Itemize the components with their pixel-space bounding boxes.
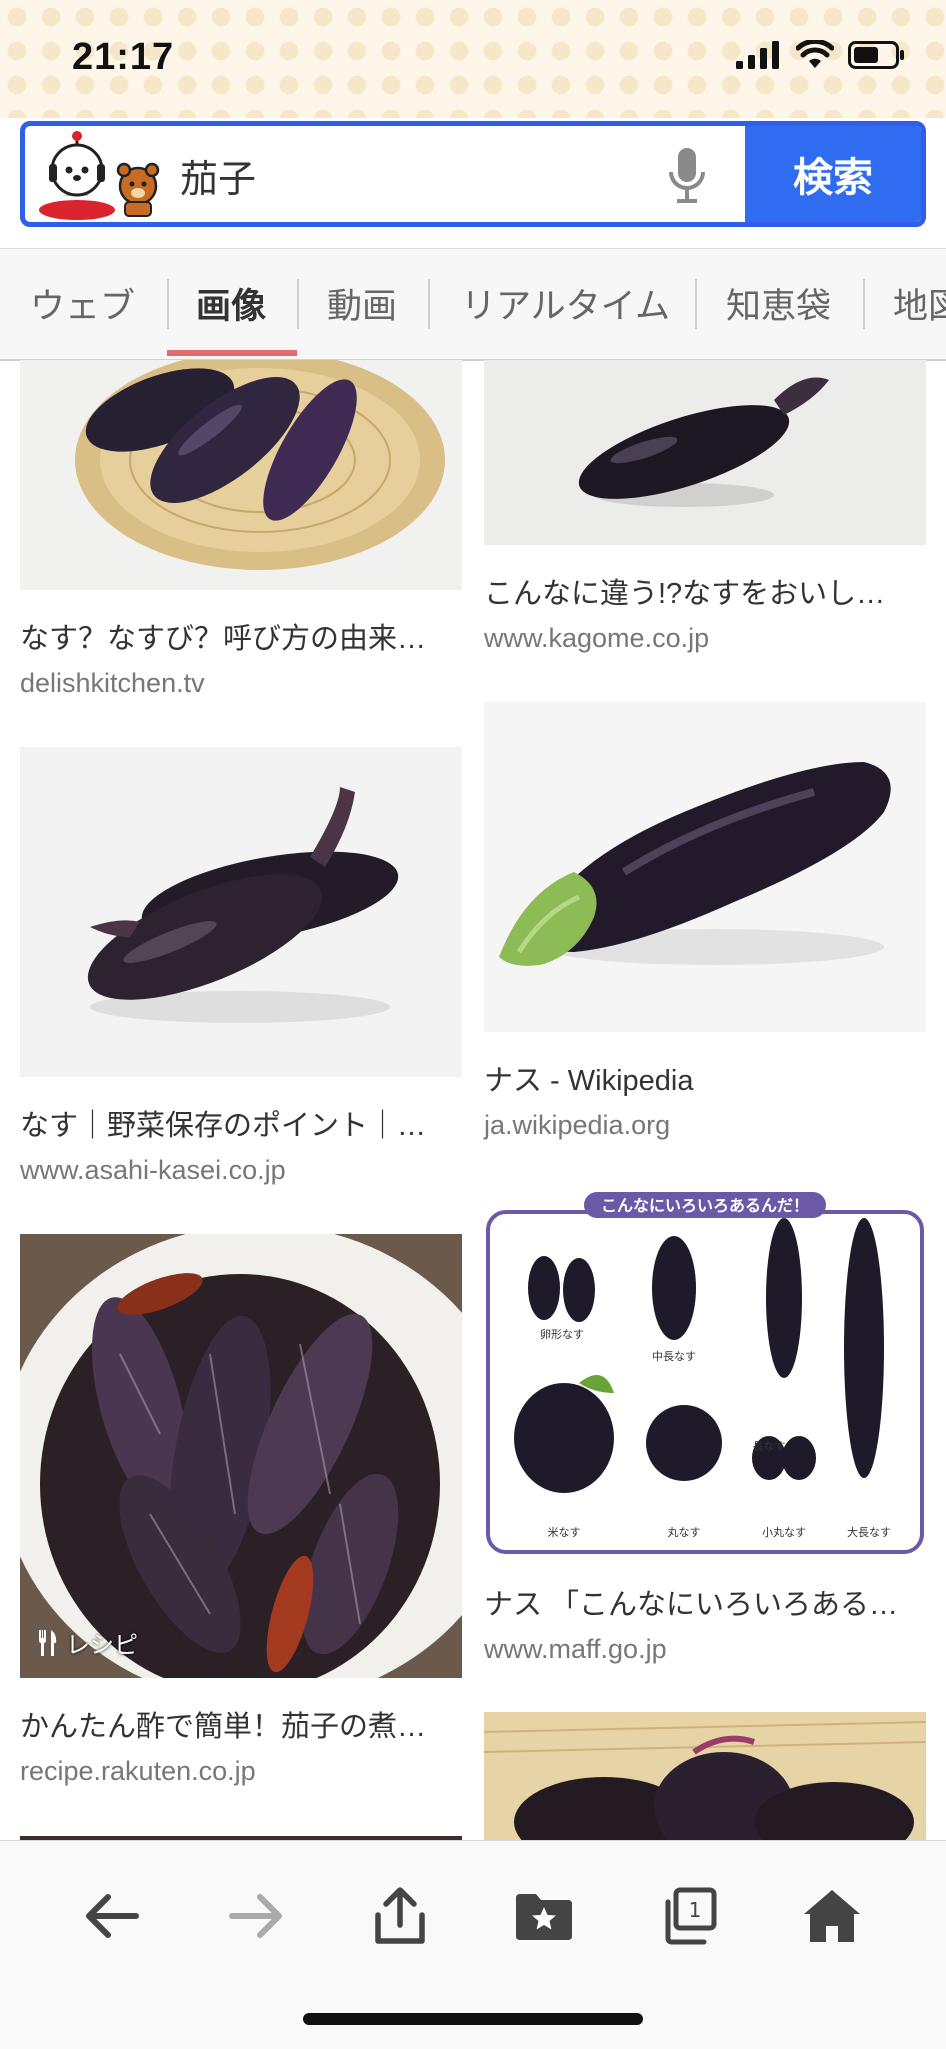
result-caption[interactable]: かんたん酢で簡単！茄子の煮… bbox=[20, 1703, 462, 1745]
variety-label: 丸なす bbox=[668, 1526, 701, 1539]
mascot-logo-icon bbox=[39, 131, 160, 220]
tab-images[interactable]: 画像 bbox=[196, 249, 266, 357]
chart-heading: こんなにいろいろあるんだ！ bbox=[601, 1196, 809, 1215]
variety-label: 大長なす bbox=[847, 1525, 891, 1539]
result-caption[interactable]: ナス - Wikipedia bbox=[484, 1057, 926, 1099]
home-button[interactable] bbox=[792, 1876, 872, 1956]
search-bar: 茄子 検索 bbox=[20, 121, 926, 227]
back-button[interactable] bbox=[72, 1876, 152, 1956]
share-icon bbox=[375, 1887, 425, 1944]
result-thumbnail-partial[interactable] bbox=[484, 1712, 926, 1840]
result-caption[interactable]: なす？なすび？呼び方の由来… bbox=[20, 615, 462, 657]
result-thumbnail[interactable] bbox=[484, 702, 926, 1032]
result-domain: www.kagome.co.jp bbox=[484, 623, 710, 653]
result-thumbnail[interactable] bbox=[484, 360, 926, 545]
microphone-icon[interactable] bbox=[665, 144, 709, 208]
result-caption[interactable]: こんなに違う!?なすをおいし… bbox=[484, 570, 926, 612]
wifi-icon bbox=[796, 40, 834, 68]
result-thumbnail[interactable]: こんなにいろいろあるんだ！ 卵形なす 中長なす 長なす 米なす 丸なす 小丸なす… bbox=[484, 1188, 926, 1556]
home-indicator bbox=[303, 2013, 643, 2025]
tab-divider bbox=[167, 279, 169, 329]
recipe-badge: レシピ bbox=[36, 1625, 138, 1660]
tabs-button[interactable]: 1 bbox=[650, 1876, 730, 1956]
result-domain: www.asahi-kasei.co.jp bbox=[20, 1155, 286, 1185]
cellular-signal-icon bbox=[736, 41, 779, 69]
variety-label: 長なす bbox=[753, 1440, 786, 1453]
variety-label: 卵形なす bbox=[540, 1328, 584, 1341]
result-domain: recipe.rakuten.co.jp bbox=[20, 1756, 256, 1786]
bookmark-folder-star-icon bbox=[516, 1894, 572, 1940]
tab-map[interactable]: 地図 bbox=[893, 249, 946, 357]
search-button[interactable]: 検索 bbox=[745, 126, 921, 222]
result-domain: www.maff.go.jp bbox=[484, 1634, 667, 1664]
active-tab-indicator bbox=[167, 350, 297, 356]
result-thumbnail[interactable]: レシピ bbox=[20, 1234, 462, 1678]
status-icons bbox=[736, 40, 906, 70]
tabs-icon: 1 bbox=[665, 1887, 717, 1945]
home-icon bbox=[804, 1890, 860, 1942]
status-time: 21:17 bbox=[72, 36, 175, 78]
tab-web[interactable]: ウェブ bbox=[30, 249, 135, 357]
tab-video[interactable]: 動画 bbox=[327, 249, 397, 357]
result-thumbnail[interactable] bbox=[20, 747, 462, 1077]
result-caption[interactable]: ナス 「こんなにいろいろある… bbox=[484, 1581, 926, 1623]
variety-label: 小丸なす bbox=[762, 1526, 806, 1539]
tab-divider bbox=[863, 279, 865, 329]
result-domain: ja.wikipedia.org bbox=[484, 1110, 671, 1140]
arrow-left-icon bbox=[86, 1894, 139, 1938]
recipe-badge-label: レシピ bbox=[66, 1632, 138, 1659]
tab-divider bbox=[428, 279, 430, 329]
tab-divider bbox=[695, 279, 697, 329]
variety-label: 米なす bbox=[548, 1526, 581, 1539]
result-caption[interactable]: なす｜野菜保存のポイント｜… bbox=[20, 1102, 462, 1144]
result-domain: delishkitchen.tv bbox=[20, 668, 205, 698]
search-input[interactable]: 茄子 bbox=[180, 148, 256, 203]
arrow-right-icon bbox=[229, 1894, 282, 1938]
tab-divider bbox=[297, 279, 299, 329]
tab-realtime[interactable]: リアルタイム bbox=[461, 249, 670, 357]
bookmarks-button[interactable] bbox=[504, 1876, 584, 1956]
variety-label: 中長なす bbox=[652, 1350, 696, 1363]
fork-knife-icon bbox=[39, 1629, 57, 1656]
tab-chiebukuro[interactable]: 知恵袋 bbox=[726, 249, 831, 357]
result-thumbnail[interactable] bbox=[20, 360, 462, 590]
status-bar: 21:17 bbox=[0, 0, 946, 118]
search-type-tabs: ウェブ 画像 動画 リアルタイム 知恵袋 地図 bbox=[0, 248, 946, 361]
tab-count: 1 bbox=[689, 1898, 702, 1922]
battery-icon bbox=[848, 41, 904, 69]
share-button[interactable] bbox=[360, 1876, 440, 1956]
forward-button[interactable] bbox=[216, 1876, 296, 1956]
